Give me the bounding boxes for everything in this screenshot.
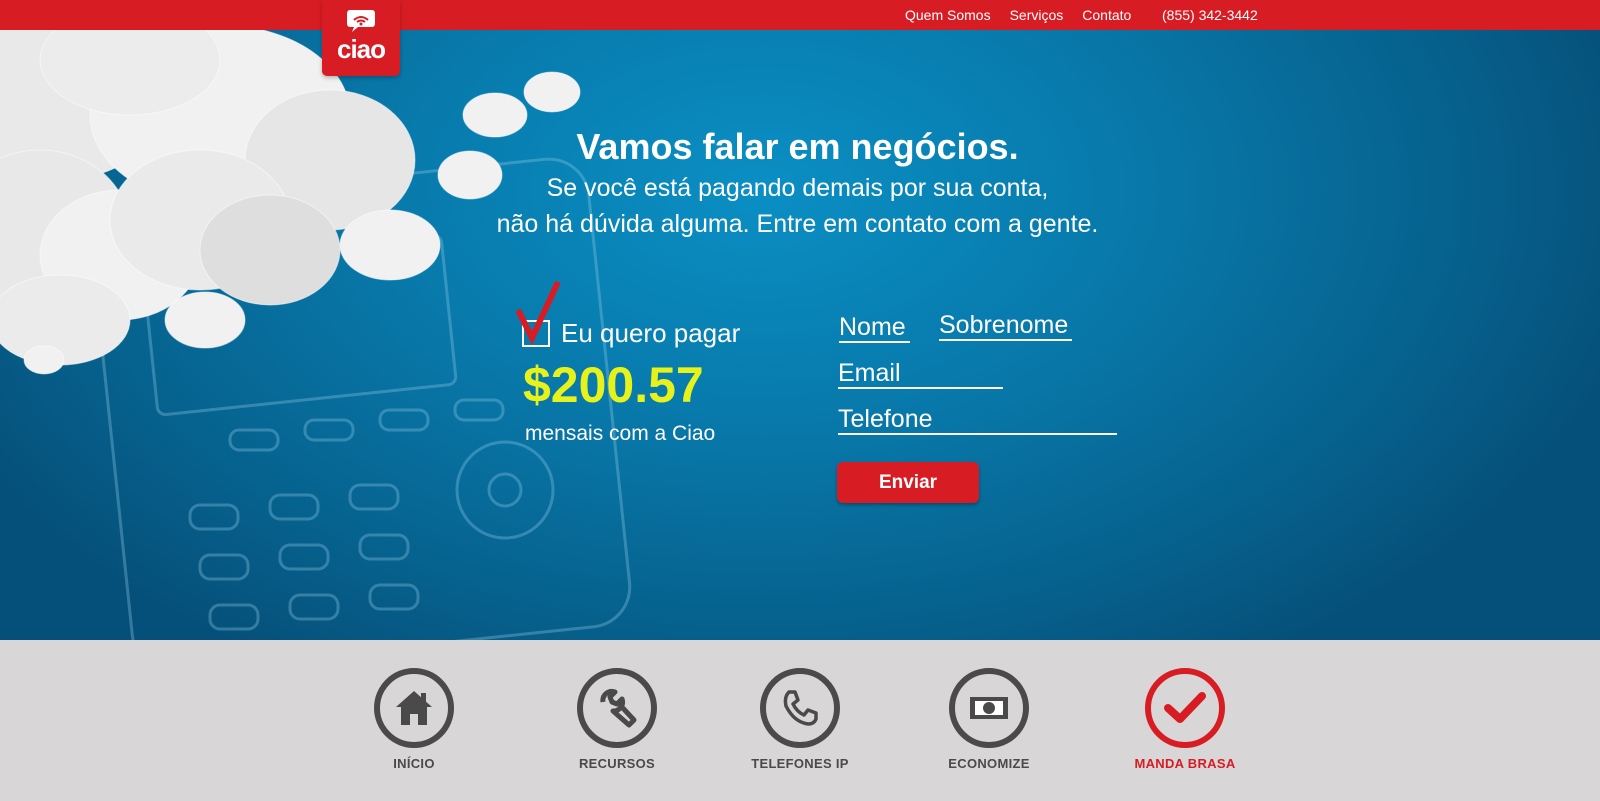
bottom-nav-label: INÍCIO — [393, 756, 435, 771]
bottom-nav-label: MANDA BRASA — [1134, 756, 1236, 771]
logo-wordmark: ciao — [336, 34, 386, 64]
bottom-nav-circle — [577, 668, 657, 748]
checkmark-icon — [1164, 692, 1206, 723]
email-field[interactable] — [838, 359, 1003, 389]
bottom-nav: INÍCIO RECURSOS TELEFONES IP ECONOMIZE M… — [0, 640, 1600, 801]
clouds-and-phone-illustration — [0, 30, 632, 640]
hero-subtext-line-1: Se você está pagando demais por sua cont… — [546, 174, 1049, 202]
hero-subtext-line-2: não há dúvida alguma. Entre em contato c… — [496, 210, 1099, 238]
submit-button[interactable]: Enviar — [837, 462, 979, 503]
money-icon — [970, 697, 1008, 719]
red-checkmark-icon — [516, 280, 560, 344]
wrench-icon — [600, 688, 637, 728]
bottom-nav-label: TELEFONES IP — [751, 756, 849, 771]
nav-link-servicos[interactable]: Serviços — [1010, 7, 1064, 23]
bottom-nav-label: RECURSOS — [578, 756, 656, 771]
hero-section: Vamos falar em negócios. Se você está pa… — [0, 30, 1600, 640]
bottom-nav-item-recursos[interactable]: RECURSOS — [537, 668, 697, 771]
hero-subtext: Se você está pagando demais por sua cont… — [440, 170, 1155, 242]
bottom-nav-circle — [949, 668, 1029, 748]
want-to-pay-label: Eu quero pagar — [561, 318, 741, 348]
speech-bubble-wifi-icon — [347, 10, 375, 32]
nav-link-contato[interactable]: Contato — [1082, 7, 1131, 23]
bottom-nav-item-inicio[interactable]: INÍCIO — [334, 668, 494, 771]
top-bar: Quem Somos Serviços Contato (855) 342-34… — [0, 0, 1600, 30]
first-name-field[interactable] — [839, 313, 910, 343]
nav-link-quem-somos[interactable]: Quem Somos — [905, 7, 991, 23]
bottom-nav-item-manda-brasa[interactable]: MANDA BRASA — [1105, 668, 1265, 771]
bottom-nav-item-telefones-ip[interactable]: TELEFONES IP — [720, 668, 880, 771]
price-caption: mensais com a Ciao — [525, 422, 716, 445]
phone-icon — [783, 690, 818, 726]
last-name-field[interactable] — [939, 311, 1072, 341]
bottom-nav-circle — [1145, 668, 1225, 748]
hero-headline: Vamos falar em negócios. — [576, 126, 1019, 167]
price-value: $200.57 — [523, 357, 704, 413]
bottom-nav-circle — [374, 668, 454, 748]
phone-field[interactable] — [838, 405, 1117, 435]
header-phone-number: (855) 342-3442 — [1162, 7, 1258, 23]
bottom-nav-item-economize[interactable]: ECONOMIZE — [909, 668, 1069, 771]
bottom-nav-label: ECONOMIZE — [948, 756, 1030, 771]
home-icon — [396, 691, 432, 725]
ciao-logo[interactable]: ciao — [322, 0, 400, 76]
top-nav: Quem Somos Serviços Contato — [905, 7, 1131, 23]
bottom-nav-circle — [760, 668, 840, 748]
